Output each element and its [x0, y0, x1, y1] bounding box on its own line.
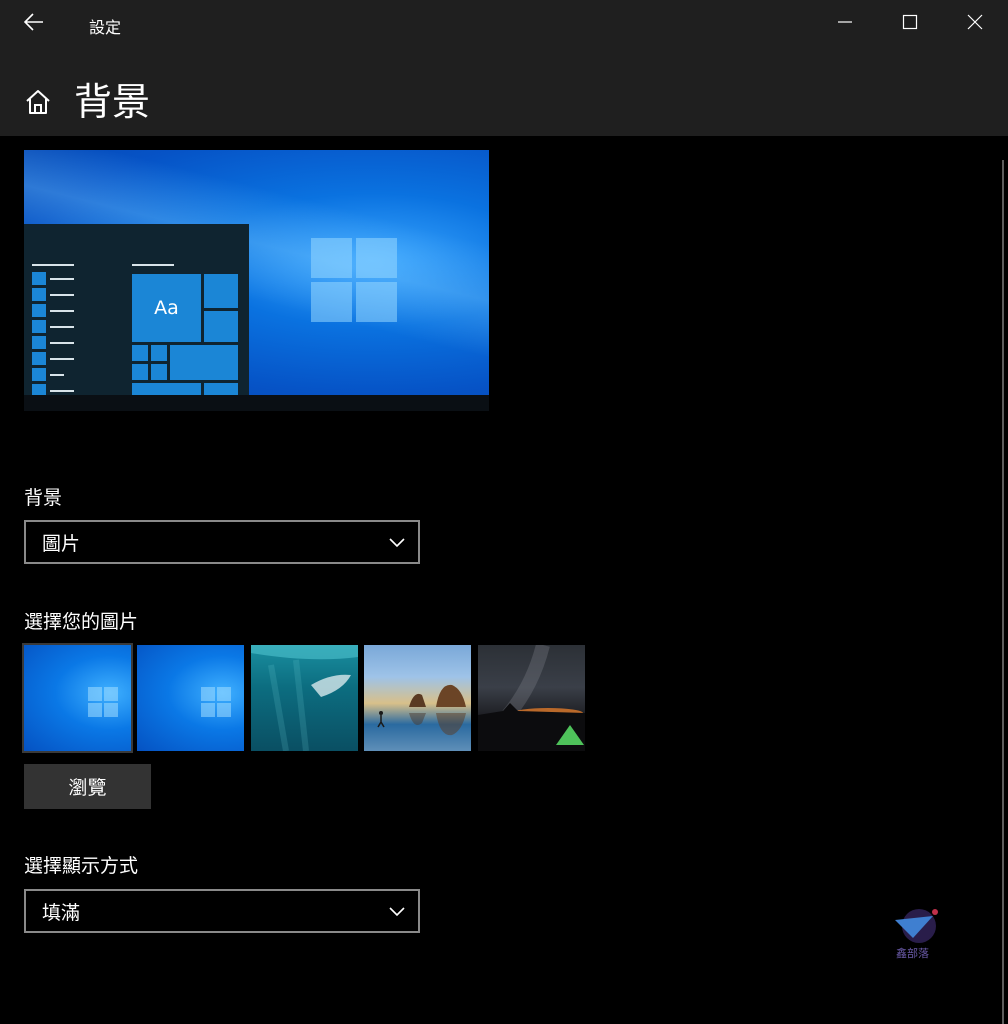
preview-tile-aa: Aa — [132, 274, 201, 342]
title-bar: 設定 — [0, 0, 1008, 48]
app-title: 設定 — [89, 18, 122, 37]
page-title: 背景 — [74, 80, 151, 124]
chevron-down-icon — [388, 902, 406, 920]
picture-thumbnail-3[interactable] — [251, 645, 358, 751]
choose-fit-label: 選擇顯示方式 — [24, 855, 139, 877]
back-button[interactable] — [14, 6, 54, 42]
browse-button[interactable]: 瀏覽 — [24, 764, 151, 809]
picture-thumbnail-5[interactable] — [478, 645, 585, 751]
close-icon — [967, 14, 983, 34]
windows-logo-icon — [88, 687, 118, 717]
page-header: 背景 — [0, 48, 1008, 136]
home-icon — [24, 88, 52, 120]
minimize-icon — [837, 14, 853, 34]
back-arrow-icon — [23, 13, 44, 35]
close-button[interactable] — [943, 0, 1007, 48]
choose-fit-value: 填滿 — [42, 902, 81, 924]
preview-taskbar — [24, 395, 489, 411]
night-sky-tent-image — [478, 645, 585, 751]
choose-fit-dropdown[interactable]: 填滿 — [24, 889, 420, 933]
background-preview: Aa — [24, 150, 489, 395]
maximize-icon — [902, 14, 918, 34]
start-menu-preview: Aa — [24, 224, 249, 395]
picture-thumbnail-2[interactable] — [137, 645, 244, 751]
minimize-button[interactable] — [813, 0, 877, 48]
background-label: 背景 — [24, 487, 63, 509]
chevron-down-icon — [388, 533, 406, 551]
background-type-value: 圖片 — [42, 533, 81, 555]
underwater-swimmer-image — [251, 645, 358, 751]
maximize-button[interactable] — [878, 0, 942, 48]
watermark-text: 鑫部落 — [896, 947, 929, 960]
choose-picture-label: 選擇您的圖片 — [24, 611, 139, 633]
scrollbar[interactable] — [1002, 160, 1004, 1024]
beach-rocks-image — [377, 684, 466, 736]
windows-logo-icon — [311, 238, 399, 324]
background-type-dropdown[interactable]: 圖片 — [24, 520, 420, 564]
picture-thumbnail-1[interactable] — [22, 643, 133, 753]
picture-thumbnail-4[interactable] — [364, 645, 471, 751]
home-button[interactable] — [22, 88, 54, 120]
windows-logo-icon — [201, 687, 231, 717]
